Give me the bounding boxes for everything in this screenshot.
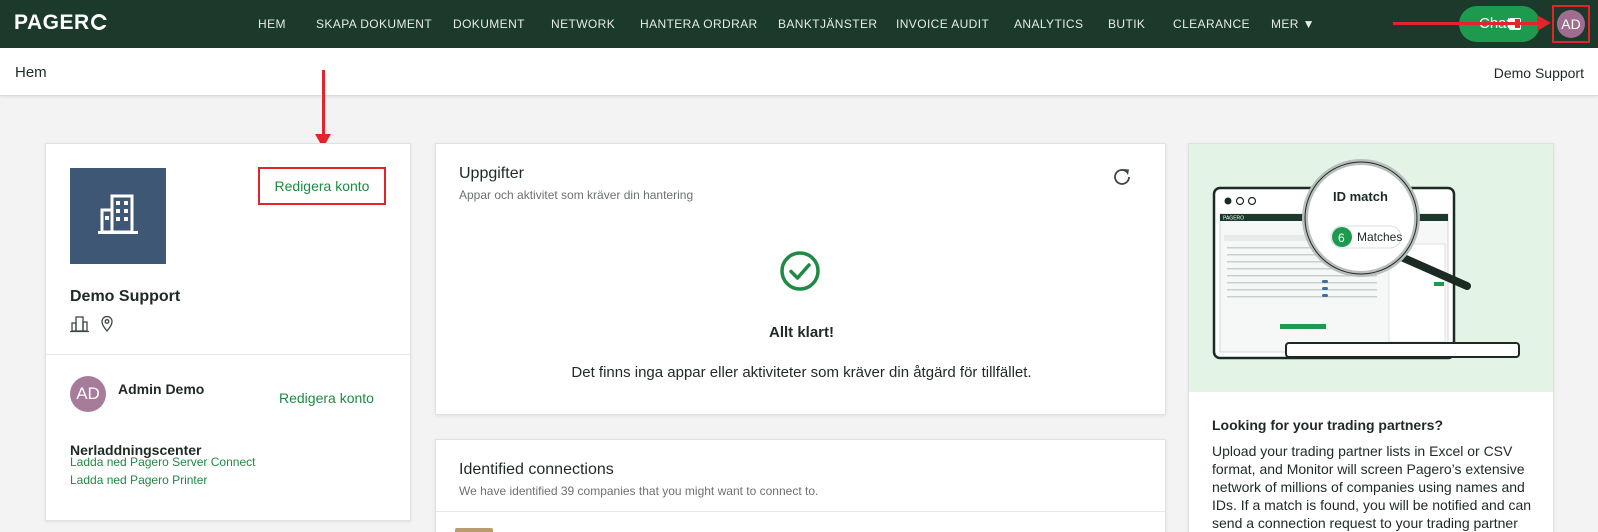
page-title: Hem — [15, 64, 47, 81]
organization-name: Demo Support — [70, 288, 181, 305]
edit-account-link[interactable]: Redigera konto — [258, 167, 386, 205]
check-circle-icon — [780, 251, 820, 291]
nav-item-analytics[interactable]: ANALYTICS — [1014, 17, 1083, 31]
organization-icons — [70, 314, 130, 339]
nav-item-skapa-dokument[interactable]: SKAPA DOKUMENT — [316, 17, 432, 31]
top-navigation: PAGER HEM SKAPA DOKUMENT DOKUMENT NETWOR… — [0, 0, 1598, 48]
location-pin-icon — [101, 315, 113, 333]
nav-item-banktjanster[interactable]: BANKTJÄNSTER — [778, 17, 877, 31]
connections-subtitle: We have identified 39 companies that you… — [459, 484, 819, 498]
all-clear-title: Allt klart! — [768, 324, 834, 341]
tasks-subtitle: Appar och aktivitet som kräver din hante… — [459, 188, 694, 202]
all-clear-message: Det finns inga appar eller aktiviteter s… — [571, 364, 1032, 381]
promo-title: Looking for your trading partners? — [1212, 417, 1444, 433]
building-icon — [98, 194, 138, 234]
identified-connections-card: Identified connections We have identifie… — [435, 439, 1166, 532]
nav-item-butik[interactable]: BUTIK — [1108, 17, 1145, 31]
nav-item-invoice-audit[interactable]: INVOICE AUDIT — [896, 17, 989, 31]
account-card: Redigera konto Demo Support AD Admin Dem… — [45, 143, 411, 521]
nav-item-hantera-ordrar[interactable]: HANTERA ORDRAR — [640, 17, 758, 31]
page-header: Hem Demo Support — [0, 48, 1598, 96]
user-name: Admin Demo — [118, 381, 205, 397]
illustration-title: ID match — [1333, 189, 1388, 204]
user-avatar: AD — [70, 376, 106, 412]
avatar-initials: AD — [1557, 10, 1585, 38]
user-avatar-button[interactable]: AD — [1552, 5, 1590, 43]
pagero-logo[interactable]: PAGER — [14, 11, 108, 35]
nav-item-network[interactable]: NETWORK — [551, 17, 615, 31]
nav-item-dokument[interactable]: DOKUMENT — [453, 17, 525, 31]
annotation-arrow-right — [1393, 15, 1551, 31]
nav-item-mer[interactable]: MER ▼ — [1271, 17, 1315, 31]
download-server-connect-link[interactable]: Ladda ned Pagero Server Connect — [70, 455, 255, 469]
company-icon — [70, 316, 89, 333]
refresh-icon[interactable] — [1111, 166, 1133, 188]
tasks-title: Uppgifter — [459, 165, 524, 182]
divider — [436, 511, 1165, 512]
nav-item-hem[interactable]: HEM — [258, 17, 286, 31]
current-user-name[interactable]: Demo Support — [1494, 65, 1584, 81]
company-thumbnail — [455, 528, 493, 532]
trading-partner-promo-card: PAGERO ID match 6 Matches Looking for yo… — [1188, 143, 1554, 532]
id-match-illustration: PAGERO ID match 6 Matches — [1189, 144, 1553, 392]
match-count: 6 — [1338, 231, 1345, 245]
nav-item-clearance[interactable]: CLEARANCE — [1173, 17, 1250, 31]
promo-text: Upload your trading partner lists in Exc… — [1212, 443, 1532, 531]
connections-title: Identified connections — [459, 461, 614, 478]
download-printer-link[interactable]: Ladda ned Pagero Printer — [70, 473, 207, 487]
illustration-logo: PAGERO — [1223, 216, 1244, 222]
divider — [46, 354, 410, 355]
match-label: Matches — [1357, 230, 1402, 244]
edit-user-account-link[interactable]: Redigera konto — [279, 390, 374, 406]
organization-logo — [70, 168, 166, 264]
annotation-arrow-down — [315, 70, 331, 148]
tasks-card: Uppgifter Appar och aktivitet som kräver… — [435, 143, 1166, 415]
